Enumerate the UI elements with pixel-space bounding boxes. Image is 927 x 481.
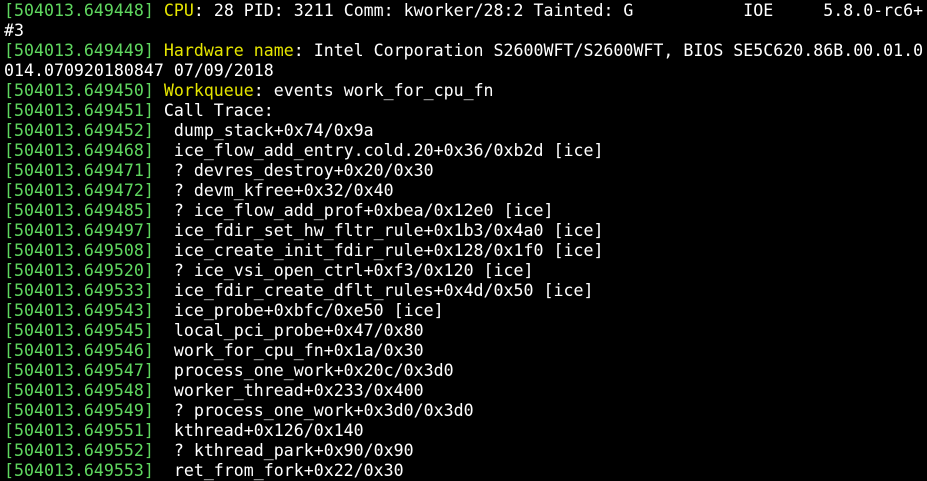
log-line: [504013.649452] dump_stack+0x74/0x9a — [4, 121, 927, 141]
log-timestamp: [504013.649472] — [4, 181, 154, 200]
log-timestamp: [504013.649549] — [4, 401, 154, 420]
log-line: [504013.649533] ice_fdir_create_dflt_rul… — [4, 281, 927, 301]
log-keyword: CPU — [163, 1, 194, 20]
log-timestamp: [504013.649543] — [4, 301, 154, 320]
log-line: [504013.649497] ice_fdir_set_hw_fltr_rul… — [4, 221, 927, 241]
log-timestamp: [504013.649468] — [4, 141, 154, 160]
log-line: [504013.649508] ice_create_init_fdir_rul… — [4, 241, 927, 261]
log-timestamp: [504013.649553] — [4, 461, 154, 480]
log-timestamp: [504013.649485] — [4, 201, 154, 220]
log-timestamp: [504013.649448] — [4, 1, 154, 20]
log-line: [504013.649448] CPU: 28 PID: 3211 Comm: … — [4, 1, 927, 21]
log-message: #3 — [4, 21, 24, 40]
log-message: : Intel Corporation S2600WFT/S2600WFT, B… — [293, 41, 924, 60]
log-line: #3 — [4, 21, 927, 41]
log-line: [504013.649450] Workqueue: events work_f… — [4, 81, 927, 101]
log-line: [504013.649551] kthread+0x126/0x140 — [4, 421, 927, 441]
log-timestamp: [504013.649508] — [4, 241, 154, 260]
log-message: ice_flow_add_entry.cold.20+0x36/0xb2d [i… — [163, 141, 604, 160]
log-keyword: Hardware name — [163, 41, 294, 60]
log-line: [504013.649451] Call Trace: — [4, 101, 927, 121]
log-timestamp: [504013.649497] — [4, 221, 154, 240]
log-message: ice_probe+0xbfc/0xe50 [ice] — [163, 301, 444, 320]
log-line: [504013.649553] ret_from_fork+0x22/0x30 — [4, 461, 927, 481]
log-message: ? ice_flow_add_prof+0xbea/0x12e0 [ice] — [163, 201, 554, 220]
log-line: [504013.649548] worker_thread+0x233/0x40… — [4, 381, 927, 401]
terminal-output[interactable]: [504013.649448] CPU: 28 PID: 3211 Comm: … — [0, 0, 927, 481]
log-message: Call Trace: — [163, 101, 274, 120]
log-timestamp: [504013.649552] — [4, 441, 154, 460]
log-message: process_one_work+0x20c/0x3d0 — [163, 361, 454, 380]
log-line: [504013.649552] ? kthread_park+0x90/0x90 — [4, 441, 927, 461]
log-line: [504013.649549] ? process_one_work+0x3d0… — [4, 401, 927, 421]
log-timestamp: [504013.649551] — [4, 421, 154, 440]
log-timestamp: [504013.649451] — [4, 101, 154, 120]
log-message: : events work_for_cpu_fn — [253, 81, 494, 100]
log-line: [504013.649546] work_for_cpu_fn+0x1a/0x3… — [4, 341, 927, 361]
log-timestamp: [504013.649449] — [4, 41, 154, 60]
log-message: kthread+0x126/0x140 — [163, 421, 364, 440]
log-message: local_pci_probe+0x47/0x80 — [163, 321, 424, 340]
log-keyword: Workqueue — [163, 81, 254, 100]
log-line: [504013.649545] local_pci_probe+0x47/0x8… — [4, 321, 927, 341]
log-timestamp: [504013.649452] — [4, 121, 154, 140]
log-message: ? devres_destroy+0x20/0x30 — [163, 161, 434, 180]
log-timestamp: [504013.649545] — [4, 321, 154, 340]
log-message: ice_fdir_set_hw_fltr_rule+0x1b3/0x4a0 [i… — [163, 221, 604, 240]
log-line: 014.070920180847 07/09/2018 — [4, 61, 927, 81]
log-line: [504013.649485] ? ice_flow_add_prof+0xbe… — [4, 201, 927, 221]
log-timestamp: [504013.649533] — [4, 281, 154, 300]
log-message: ret_from_fork+0x22/0x30 — [163, 461, 404, 480]
log-timestamp: [504013.649548] — [4, 381, 154, 400]
log-timestamp: [504013.649546] — [4, 341, 154, 360]
log-message: ice_create_init_fdir_rule+0x128/0x1f0 [i… — [163, 241, 604, 260]
log-message: dump_stack+0x74/0x9a — [163, 121, 374, 140]
log-line: [504013.649543] ice_probe+0xbfc/0xe50 [i… — [4, 301, 927, 321]
log-line: [504013.649472] ? devm_kfree+0x32/0x40 — [4, 181, 927, 201]
log-message: ? devm_kfree+0x32/0x40 — [163, 181, 394, 200]
log-message: ? kthread_park+0x90/0x90 — [163, 441, 414, 460]
log-line: [504013.649449] Hardware name: Intel Cor… — [4, 41, 927, 61]
log-timestamp: [504013.649471] — [4, 161, 154, 180]
log-message: 014.070920180847 07/09/2018 — [4, 61, 274, 80]
log-line: [504013.649520] ? ice_vsi_open_ctrl+0xf3… — [4, 261, 927, 281]
log-message: ? process_one_work+0x3d0/0x3d0 — [163, 401, 474, 420]
log-timestamp: [504013.649450] — [4, 81, 154, 100]
log-timestamp: [504013.649547] — [4, 361, 154, 380]
log-message: ? ice_vsi_open_ctrl+0xf3/0x120 [ice] — [163, 261, 534, 280]
log-message: worker_thread+0x233/0x400 — [163, 381, 424, 400]
log-line: [504013.649468] ice_flow_add_entry.cold.… — [4, 141, 927, 161]
log-line: [504013.649547] process_one_work+0x20c/0… — [4, 361, 927, 381]
log-message: ice_fdir_create_dflt_rules+0x4d/0x50 [ic… — [163, 281, 594, 300]
log-message: work_for_cpu_fn+0x1a/0x30 — [163, 341, 424, 360]
log-timestamp: [504013.649520] — [4, 261, 154, 280]
log-message: : 28 PID: 3211 Comm: kworker/28:2 Tainte… — [193, 1, 924, 20]
log-line: [504013.649471] ? devres_destroy+0x20/0x… — [4, 161, 927, 181]
